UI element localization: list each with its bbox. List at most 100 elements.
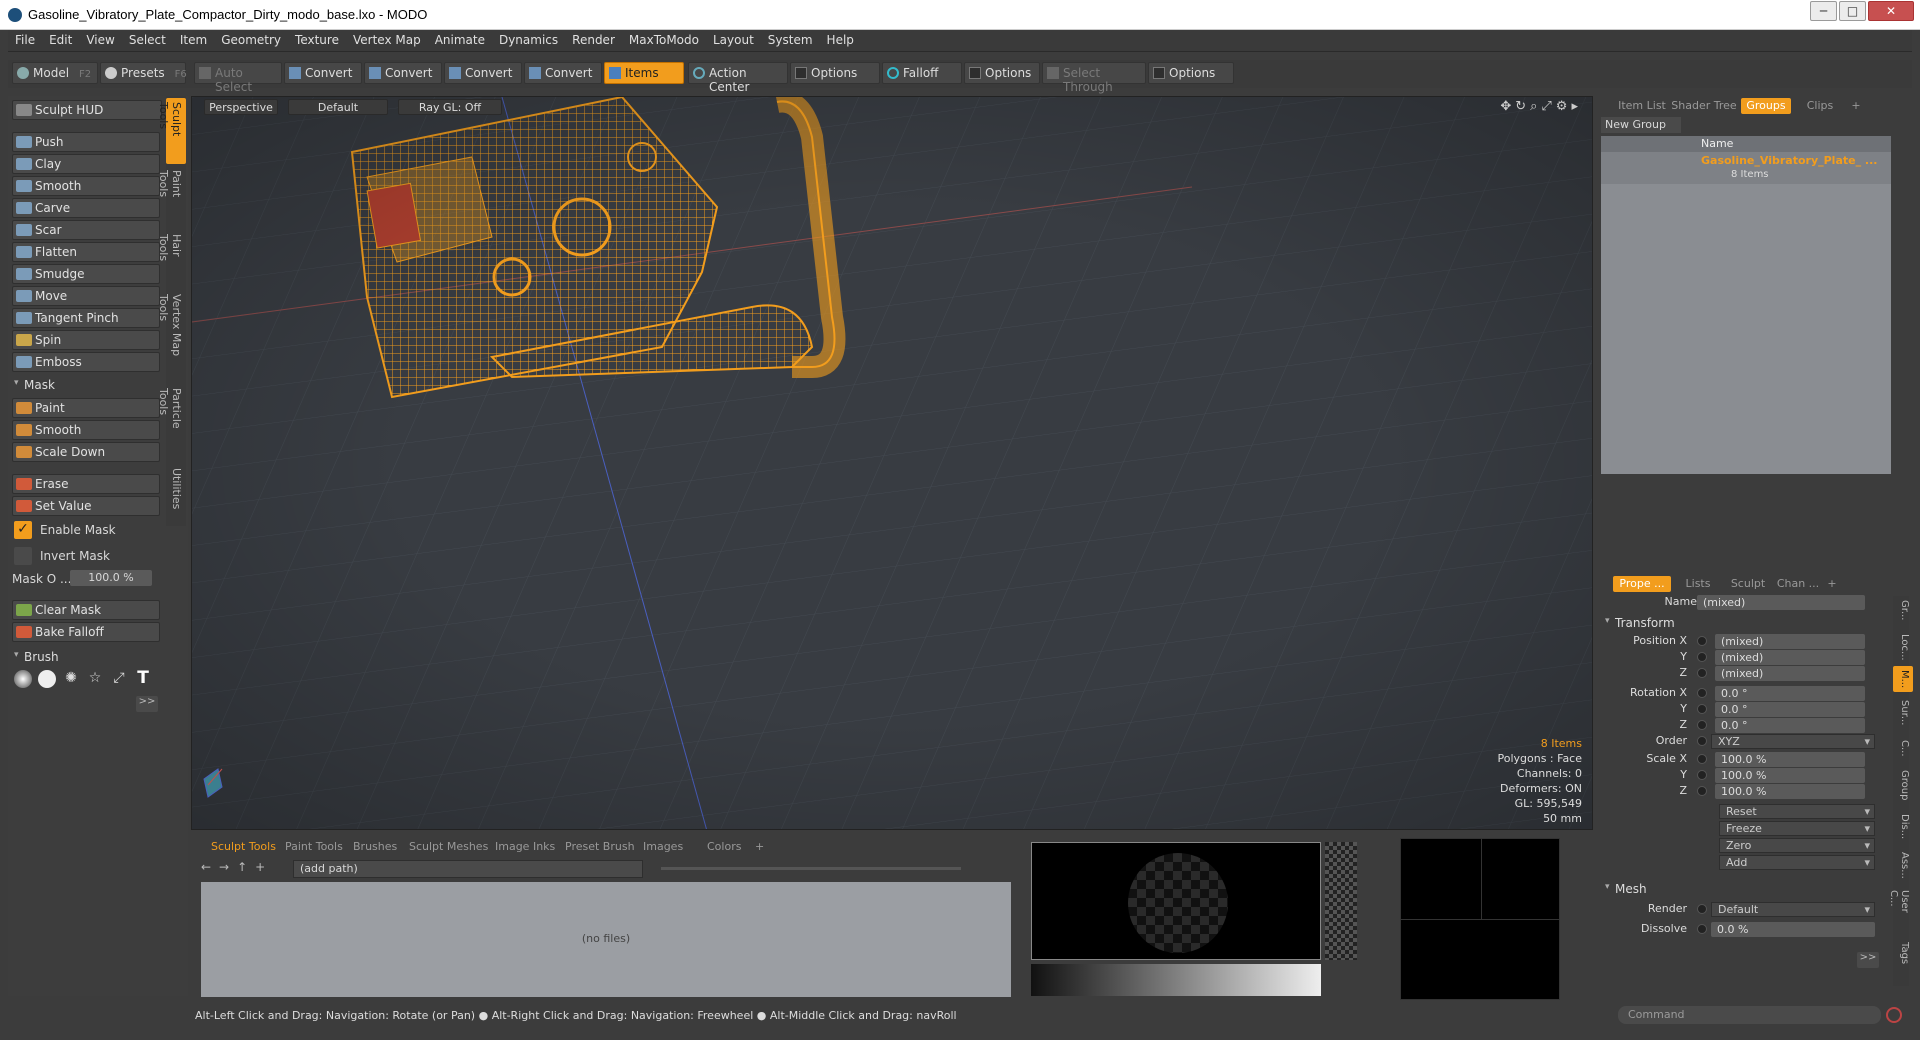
tool-flatten[interactable]: Flatten xyxy=(12,242,160,262)
side-tab-ass[interactable]: Ass... xyxy=(1893,848,1913,882)
action-center-button[interactable]: Action Center xyxy=(688,62,788,94)
mesh-section-header[interactable]: Mesh xyxy=(1603,880,1753,898)
side-tab-tags[interactable]: Tags xyxy=(1893,938,1913,972)
tab-sculpt[interactable]: Sculpt xyxy=(1725,576,1771,592)
tool-move[interactable]: Move xyxy=(12,286,160,306)
tool-carve[interactable]: Carve xyxy=(12,198,160,218)
soft-brush-icon[interactable] xyxy=(14,670,32,688)
menu-item[interactable]: Item xyxy=(173,30,214,51)
tab-sculpt-tools-bottom[interactable]: Sculpt Tools xyxy=(207,839,280,855)
anim-dot[interactable] xyxy=(1697,636,1707,646)
scale-z-field[interactable]: 100.0 % xyxy=(1715,784,1865,799)
position-z-field[interactable]: (mixed) xyxy=(1715,666,1865,681)
anim-dot[interactable] xyxy=(1697,668,1707,678)
browser-nav-icons[interactable]: ←→↑+ xyxy=(201,860,285,878)
menu-render[interactable]: Render xyxy=(565,30,622,51)
mask-opacity-field[interactable]: 100.0 % xyxy=(70,570,152,586)
menu-animate[interactable]: Animate xyxy=(428,30,492,51)
falloff-button[interactable]: Falloff xyxy=(882,62,962,84)
expand-props-button[interactable]: >> xyxy=(1857,952,1879,968)
zero-dropdown[interactable]: Zero xyxy=(1719,838,1875,853)
tab-image-inks[interactable]: Image Inks xyxy=(491,839,559,855)
invert-mask-checkbox[interactable] xyxy=(14,547,32,565)
model-button[interactable]: Model F2 xyxy=(12,62,98,84)
tool-push[interactable]: Push xyxy=(12,132,160,152)
side-tab-m[interactable]: M... xyxy=(1893,666,1913,692)
mask-scale-down[interactable]: Scale Down xyxy=(12,442,160,462)
menu-edit[interactable]: Edit xyxy=(42,30,79,51)
tab-channels[interactable]: Chan ... xyxy=(1775,576,1821,592)
minimize-button[interactable]: ─ xyxy=(1810,1,1837,21)
convert-button-3[interactable]: Convert xyxy=(444,62,522,84)
side-tab-group[interactable]: Group xyxy=(1893,766,1913,806)
mask-erase[interactable]: Erase xyxy=(12,474,160,494)
side-tab-dis[interactable]: Dis... xyxy=(1893,810,1913,844)
thumbnail-size-slider[interactable] xyxy=(661,867,961,870)
tab-preset-brush[interactable]: Preset Brush xyxy=(561,839,639,855)
clear-mask-button[interactable]: Clear Mask xyxy=(12,600,160,620)
tab-paint-tools-bottom[interactable]: Paint Tools xyxy=(281,839,347,855)
menu-maxtomodo[interactable]: MaxToModo xyxy=(622,30,706,51)
dissolve-field[interactable]: 0.0 % xyxy=(1711,922,1875,937)
order-dropdown[interactable]: XYZ xyxy=(1711,734,1875,749)
tab-item-list[interactable]: Item List xyxy=(1617,98,1667,114)
group-row[interactable]: Gasoline_Vibratory_Plate_ ... 8 Items xyxy=(1601,152,1891,184)
procedural-brush-icon[interactable]: ✺ xyxy=(62,670,80,688)
tab-properties[interactable]: Prope ... xyxy=(1613,576,1671,592)
reset-dropdown[interactable]: Reset xyxy=(1719,804,1875,819)
convert-button-1[interactable]: Convert xyxy=(284,62,362,84)
menu-select[interactable]: Select xyxy=(122,30,173,51)
viewport-nav-icons[interactable]: ✥↻⌕⤢⚙▸ xyxy=(1500,99,1582,114)
options-button-1[interactable]: Options xyxy=(790,62,880,84)
maximize-button[interactable]: □ xyxy=(1839,1,1866,21)
add-tab-button[interactable]: + xyxy=(751,839,768,855)
convert-button-2[interactable]: Convert xyxy=(364,62,442,84)
anim-dot[interactable] xyxy=(1697,786,1707,796)
menu-geometry[interactable]: Geometry xyxy=(214,30,288,51)
menu-dynamics[interactable]: Dynamics xyxy=(492,30,565,51)
side-tab-c[interactable]: C... xyxy=(1893,736,1913,762)
anim-dot[interactable] xyxy=(1697,720,1707,730)
anim-dot[interactable] xyxy=(1697,754,1707,764)
anim-dot[interactable] xyxy=(1697,924,1707,934)
tool-clay[interactable]: Clay xyxy=(12,154,160,174)
command-input[interactable]: Command xyxy=(1618,1006,1881,1024)
tab-hair-tools[interactable]: Hair Tools xyxy=(157,230,186,286)
3d-viewport[interactable]: Perspective Default Ray GL: Off ✥↻⌕⤢⚙▸ 8… xyxy=(191,96,1593,830)
scale-y-field[interactable]: 100.0 % xyxy=(1715,768,1865,783)
name-field[interactable]: (mixed) xyxy=(1697,595,1865,610)
tool-scar[interactable]: Scar xyxy=(12,220,160,240)
tab-paint-tools[interactable]: Paint Tools xyxy=(157,166,186,226)
select-through-button[interactable]: Select Through xyxy=(1042,62,1146,94)
expand-brushes-button[interactable]: >> xyxy=(136,696,158,712)
options-button-3[interactable]: Options xyxy=(1148,62,1234,84)
hard-brush-icon[interactable] xyxy=(38,670,56,688)
auto-select-button[interactable]: Auto Select xyxy=(194,62,282,94)
menu-vertex-map[interactable]: Vertex Map xyxy=(346,30,428,51)
brush-section-header[interactable]: Brush xyxy=(12,648,162,666)
tool-tangent-pinch[interactable]: Tangent Pinch xyxy=(12,308,160,328)
tool-smooth[interactable]: Smooth xyxy=(12,176,160,196)
position-x-field[interactable]: (mixed) xyxy=(1715,634,1865,649)
render-dropdown[interactable]: Default xyxy=(1711,902,1875,917)
scale-x-field[interactable]: 100.0 % xyxy=(1715,752,1865,767)
menu-system[interactable]: System xyxy=(761,30,820,51)
record-icon[interactable] xyxy=(1886,1007,1902,1023)
side-tab-user-c[interactable]: User C... xyxy=(1888,886,1913,934)
rotation-x-field[interactable]: 0.0 ° xyxy=(1715,686,1865,701)
convert-button-4[interactable]: Convert xyxy=(524,62,602,84)
tab-vertex-map-tools[interactable]: Vertex Map Tools xyxy=(157,290,186,380)
tool-emboss[interactable]: Emboss xyxy=(12,352,160,372)
path-dropdown[interactable]: (add path) xyxy=(293,860,643,878)
mask-paint[interactable]: Paint xyxy=(12,398,160,418)
tab-particle-tools[interactable]: Particle Tools xyxy=(157,384,186,460)
side-tab-sur[interactable]: Sur... xyxy=(1893,696,1913,732)
rotation-y-field[interactable]: 0.0 ° xyxy=(1715,702,1865,717)
anim-dot[interactable] xyxy=(1697,704,1707,714)
position-y-field[interactable]: (mixed) xyxy=(1715,650,1865,665)
transform-section-header[interactable]: Transform xyxy=(1603,614,1753,632)
presets-button[interactable]: Presets F6 xyxy=(100,62,187,84)
anim-dot[interactable] xyxy=(1697,688,1707,698)
file-browser-area[interactable]: (no files) xyxy=(201,882,1011,997)
tab-images[interactable]: Images xyxy=(639,839,687,855)
